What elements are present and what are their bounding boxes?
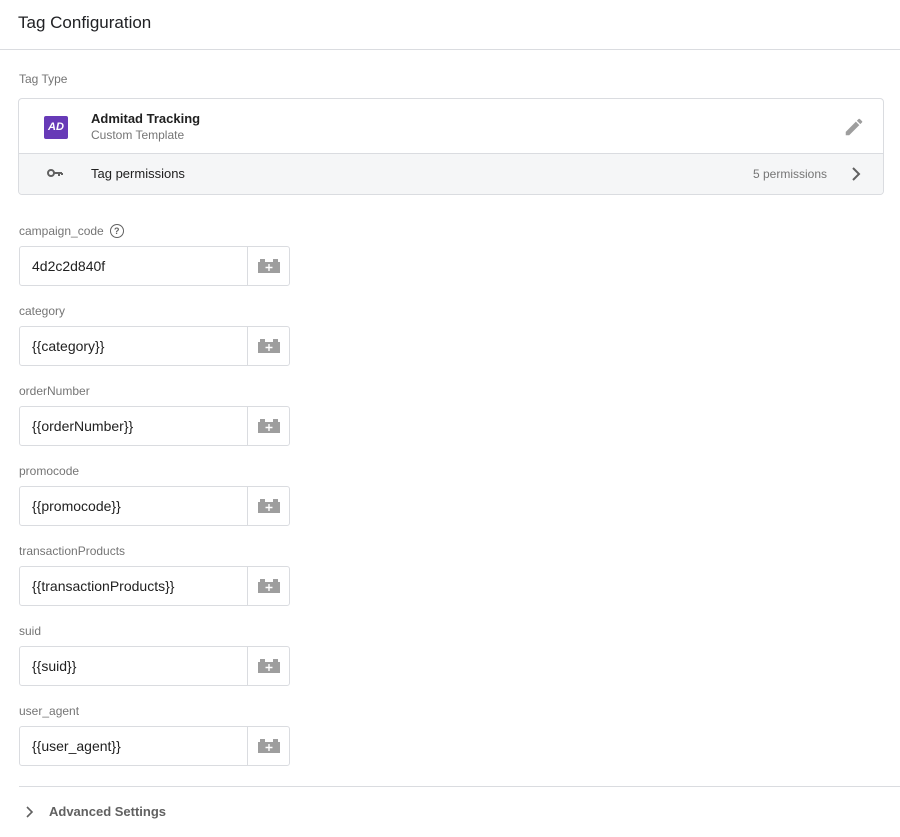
pencil-icon[interactable] <box>843 116 865 138</box>
field-suid: suid {{suid}} <box>19 622 290 686</box>
divider <box>19 786 900 787</box>
field-label: category <box>19 302 290 320</box>
field-input[interactable]: {{suid}} <box>20 647 247 685</box>
insert-variable-button[interactable] <box>247 567 289 605</box>
field-label-text: user_agent <box>19 704 80 718</box>
permissions-count: 5 permissions <box>752 167 827 181</box>
insert-variable-button[interactable] <box>247 247 289 285</box>
field-box: {{transactionProducts}} <box>19 566 290 606</box>
field-box: {{promocode}} <box>19 486 290 526</box>
page-title: Tag Configuration <box>0 0 900 50</box>
field-input[interactable]: {{promocode}} <box>20 487 247 525</box>
advanced-settings-label: Advanced Settings <box>49 804 167 819</box>
insert-variable-button[interactable] <box>247 727 289 765</box>
tag-type-card: AD Admitad Tracking Custom Template Tag … <box>18 98 884 195</box>
field-label: user_agent <box>19 702 290 720</box>
field-box: {{user_agent}} <box>19 726 290 766</box>
variable-brick-icon <box>257 579 280 593</box>
field-box: 4d2c2d840f <box>19 246 290 286</box>
field-input[interactable]: 4d2c2d840f <box>20 247 247 285</box>
tag-permissions-label: Tag permissions <box>91 166 185 181</box>
field-label-text: orderNumber <box>19 384 90 398</box>
field-user_agent: user_agent {{user_agent}} <box>19 702 290 766</box>
chevron-right-icon <box>852 167 861 181</box>
field-input[interactable]: {{category}} <box>20 327 247 365</box>
field-label-text: campaign_code <box>19 224 104 238</box>
chevron-right-icon <box>26 805 34 818</box>
variable-brick-icon <box>257 419 280 433</box>
field-label-text: transactionProducts <box>19 544 126 558</box>
field-transactionProducts: transactionProducts {{transactionProduct… <box>19 542 290 606</box>
insert-variable-button[interactable] <box>247 327 289 365</box>
tag-permissions-row[interactable]: Tag permissions 5 permissions <box>19 154 883 194</box>
field-campaign_code: campaign_code? 4d2c2d840f <box>19 222 290 286</box>
key-icon <box>47 169 63 177</box>
variable-brick-icon <box>257 659 280 673</box>
tag-type-label: Tag Type <box>19 72 68 86</box>
field-label-text: promocode <box>19 464 80 478</box>
tag-type-subtitle: Custom Template <box>91 128 185 142</box>
field-box: {{suid}} <box>19 646 290 686</box>
help-icon[interactable]: ? <box>109 224 124 238</box>
field-promocode: promocode {{promocode}} <box>19 462 290 526</box>
field-label-text: suid <box>19 624 42 638</box>
admitad-logo: AD <box>44 116 68 139</box>
tag-type-name: Admitad Tracking <box>91 111 201 126</box>
variable-brick-icon <box>257 739 280 753</box>
insert-variable-button[interactable] <box>247 407 289 445</box>
field-label: suid <box>19 622 290 640</box>
field-label: promocode <box>19 462 290 480</box>
field-category: category {{category}} <box>19 302 290 366</box>
insert-variable-button[interactable] <box>247 647 289 685</box>
variable-brick-icon <box>257 339 280 353</box>
field-label-text: category <box>19 304 66 318</box>
tag-type-row[interactable]: AD Admitad Tracking Custom Template <box>19 99 883 154</box>
variable-brick-icon <box>257 259 280 273</box>
variable-brick-icon <box>257 499 280 513</box>
field-box: {{category}} <box>19 326 290 366</box>
field-label: orderNumber <box>19 382 290 400</box>
field-label: campaign_code? <box>19 222 290 240</box>
advanced-settings-toggle[interactable]: Advanced Settings <box>26 804 166 819</box>
field-input[interactable]: {{orderNumber}} <box>20 407 247 445</box>
field-label: transactionProducts <box>19 542 290 560</box>
field-input[interactable]: {{transactionProducts}} <box>20 567 247 605</box>
field-box: {{orderNumber}} <box>19 406 290 446</box>
field-input[interactable]: {{user_agent}} <box>20 727 247 765</box>
insert-variable-button[interactable] <box>247 487 289 525</box>
field-orderNumber: orderNumber {{orderNumber}} <box>19 382 290 446</box>
